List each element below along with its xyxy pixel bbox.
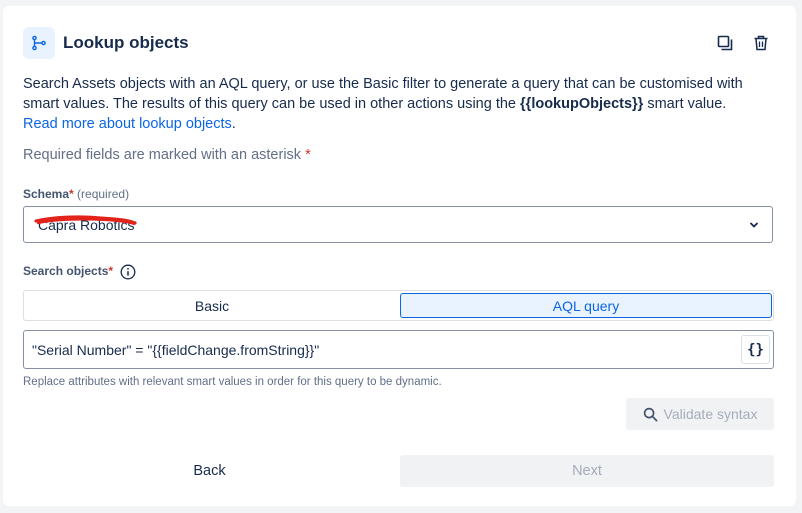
redaction-scribble (34, 214, 137, 225)
required-asterisk: * (305, 147, 311, 163)
tab-basic[interactable]: Basic (26, 293, 398, 318)
validate-syntax-label: Validate syntax (663, 406, 758, 422)
search-mode-toggle: Basic AQL query (23, 290, 774, 321)
description-text-end: smart value. (643, 96, 727, 112)
read-more-link[interactable]: Read more about lookup objects (23, 116, 232, 132)
header-actions (714, 32, 772, 54)
next-button[interactable]: Next (400, 455, 774, 487)
schema-label-text: Schema (23, 187, 70, 201)
duplicate-icon[interactable] (714, 32, 736, 54)
search-objects-label: Search objects* (23, 264, 136, 280)
required-note: Required fields are marked with an aster… (23, 147, 311, 163)
search-icon (643, 407, 657, 421)
panel-title: Lookup objects (63, 33, 189, 52)
schema-label: Schema* (required) (23, 187, 129, 201)
back-button[interactable]: Back (23, 455, 396, 487)
chevron-down-icon (749, 222, 759, 228)
required-note-text: Required fields are marked with an aster… (23, 147, 302, 163)
lookup-objects-panel: Lookup objects Search Assets objects wit… (3, 6, 796, 506)
search-objects-asterisk: * (108, 264, 114, 279)
search-objects-label-text: Search objects (23, 264, 109, 279)
branch-icon (23, 27, 55, 59)
schema-select[interactable]: Capra Robotics (23, 206, 773, 243)
query-helper-text: Replace attributes with relevant smart v… (23, 376, 442, 388)
trash-icon[interactable] (750, 32, 772, 54)
tab-aql-query[interactable]: AQL query (400, 293, 772, 318)
info-icon[interactable] (120, 264, 136, 280)
schema-asterisk: * (69, 187, 74, 201)
aql-query-input[interactable]: "Serial Number" = "{{fieldChange.fromStr… (23, 330, 774, 369)
description: Search Assets objects with an AQL query,… (23, 74, 783, 134)
smart-value-button[interactable]: {} (741, 335, 770, 364)
link-suffix: . (231, 116, 236, 132)
schema-value: Capra Robotics (34, 214, 137, 233)
aql-query-value: "Serial Number" = "{{fieldChange.fromStr… (32, 342, 320, 358)
schema-required-hint: (required) (77, 187, 130, 201)
validate-syntax-button[interactable]: Validate syntax (626, 398, 774, 430)
panel-header: Lookup objects (23, 26, 776, 60)
smart-value-name: {{lookupObjects}} (520, 96, 644, 112)
